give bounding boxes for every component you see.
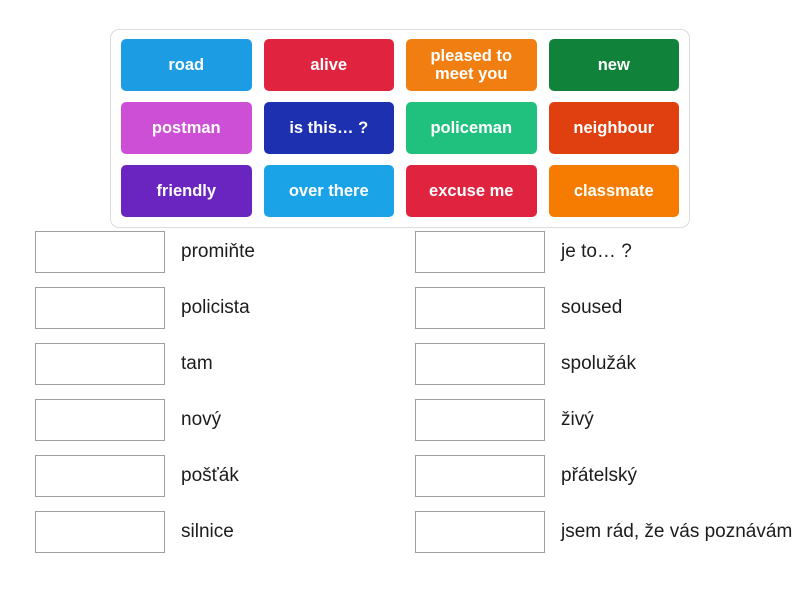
word-tile-postman[interactable]: postman (121, 102, 252, 154)
answer-label: je to… ? (561, 240, 632, 262)
word-tile-neighbour[interactable]: neighbour (548, 102, 679, 154)
answer-row: soused (415, 280, 800, 336)
answer-row: jsem rád, že vás poznávám (415, 504, 800, 560)
word-tile-is-this[interactable]: is this… ? (263, 102, 394, 154)
word-tile-new[interactable]: new (548, 39, 679, 91)
word-tile-road[interactable]: road (121, 39, 252, 91)
word-tile-friendly[interactable]: friendly (121, 165, 252, 217)
answer-column-left: promiňte policista tam nový pošťák silni… (0, 224, 400, 560)
answer-column-right: je to… ? soused spolužák živý přátelský … (400, 224, 800, 560)
drop-target-box[interactable] (35, 511, 165, 553)
answer-row: je to… ? (415, 224, 800, 280)
drop-target-box[interactable] (415, 399, 545, 441)
drop-target-box[interactable] (415, 343, 545, 385)
drop-target-box[interactable] (35, 399, 165, 441)
drop-target-box[interactable] (415, 455, 545, 497)
answer-row: promiňte (35, 224, 400, 280)
answer-label: silnice (181, 520, 234, 542)
answer-row: tam (35, 336, 400, 392)
drop-target-box[interactable] (35, 455, 165, 497)
answer-label: tam (181, 352, 213, 374)
answer-label: jsem rád, že vás poznávám (561, 520, 793, 542)
word-tile-excuse-me[interactable]: excuse me (406, 165, 537, 217)
drop-target-box[interactable] (415, 231, 545, 273)
answer-grid: promiňte policista tam nový pošťák silni… (0, 224, 800, 560)
drop-target-box[interactable] (35, 343, 165, 385)
tile-row: postman is this… ? policeman neighbour (121, 102, 679, 154)
tile-row: road alive pleased to meet you new (121, 39, 679, 91)
answer-label: policista (181, 296, 250, 318)
answer-label: nový (181, 408, 222, 430)
answer-row: pošťák (35, 448, 400, 504)
word-tile-policeman[interactable]: policeman (406, 102, 537, 154)
tile-row: friendly over there excuse me classmate (121, 165, 679, 217)
answer-row: nový (35, 392, 400, 448)
answer-label: pošťák (181, 464, 239, 486)
drop-target-box[interactable] (415, 511, 545, 553)
drop-target-box[interactable] (35, 231, 165, 273)
word-tile-over-there[interactable]: over there (263, 165, 394, 217)
answer-row: živý (415, 392, 800, 448)
tile-bank: road alive pleased to meet you new postm… (110, 29, 690, 228)
word-tile-alive[interactable]: alive (263, 39, 394, 91)
drop-target-box[interactable] (415, 287, 545, 329)
answer-row: policista (35, 280, 400, 336)
answer-row: spolužák (415, 336, 800, 392)
answer-row: silnice (35, 504, 400, 560)
word-tile-pleased-to-meet-you[interactable]: pleased to meet you (406, 39, 537, 91)
word-tile-classmate[interactable]: classmate (548, 165, 679, 217)
drop-target-box[interactable] (35, 287, 165, 329)
answer-label: promiňte (181, 240, 255, 262)
answer-label: živý (561, 408, 594, 430)
answer-row: přátelský (415, 448, 800, 504)
answer-label: soused (561, 296, 623, 318)
answer-label: spolužák (561, 352, 636, 374)
answer-label: přátelský (561, 464, 638, 486)
